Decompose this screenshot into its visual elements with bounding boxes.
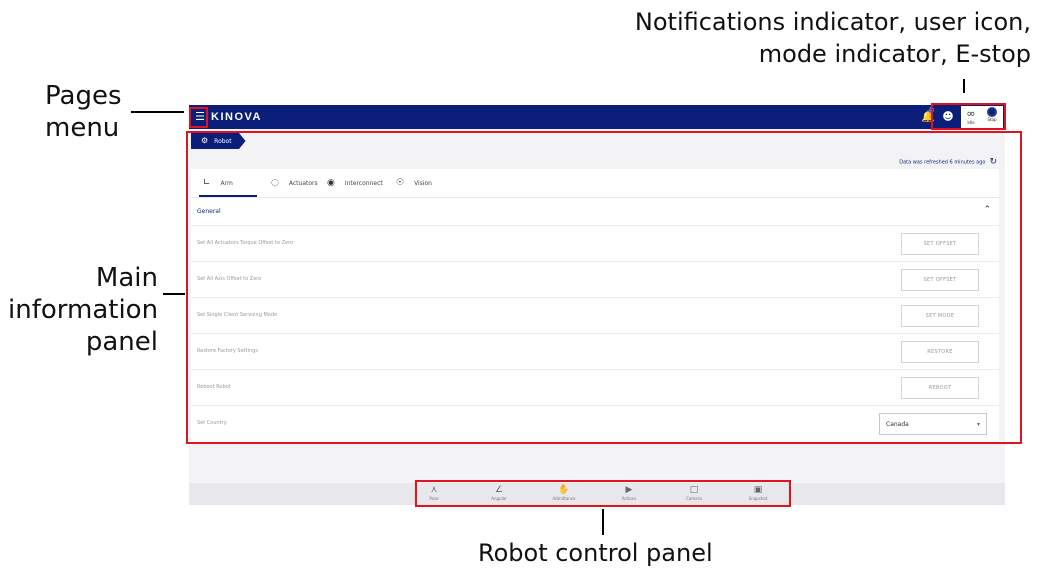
vision-icon: ☉ [396, 178, 405, 188]
control-label: Actions [621, 496, 637, 501]
row-label: Set All Actuators Torque Offset to Zero [197, 240, 294, 246]
annotation-main-line2: information [8, 295, 159, 325]
settings-row: Reboot Robot REBOOT [191, 370, 999, 406]
annotation-bottom: Robot control panel [478, 539, 713, 567]
tab-arm[interactable]: ∟ Arm [199, 169, 257, 197]
set-offset-torque-button[interactable]: SET OFFSET [901, 233, 979, 255]
estop-label: Stop [987, 117, 997, 122]
tab-interconnect[interactable]: ◉ Interconnect [327, 169, 383, 197]
annotation-bottom-leader [602, 509, 604, 535]
user-icon: ☻ [942, 110, 954, 123]
admittance-icon: ✋ [558, 485, 570, 495]
mode-label: Idle [967, 120, 975, 125]
settings-row: Set All Axis Offset to Zero SET OFFSET [191, 262, 999, 298]
control-camera[interactable]: □ Camera [664, 485, 724, 501]
tab-arm-label: Arm [220, 180, 233, 187]
chevron-down-icon: ▾ [976, 421, 980, 428]
pose-icon: ⋏ [430, 485, 438, 495]
hamburger-icon: ☰ [195, 110, 205, 123]
breadcrumb[interactable]: ⚙ Robot [191, 133, 246, 149]
row-label: Set All Axis Offset to Zero [197, 276, 262, 282]
row-label: Restore Factory Settings [197, 348, 258, 354]
breadcrumb-label: Robot [214, 138, 232, 145]
kinova-app: ☰ KINOVA 🔔 1 ☻ ∞ Idle Stop ⚙ Robot Data w… [189, 105, 1005, 505]
annotation-pages: Pages menu [45, 80, 122, 144]
interconnect-icon: ◉ [327, 178, 335, 188]
notification-badge: 1 [929, 107, 935, 113]
control-admittance[interactable]: ✋ Admittance [534, 485, 594, 501]
actuators-icon: ◌ [271, 178, 279, 188]
tab-interconnect-label: Interconnect [344, 180, 383, 187]
country-select[interactable]: Canada ▾ [879, 413, 987, 435]
robot-arm-icon: ∞ [966, 107, 976, 120]
actions-icon: ▶ [625, 485, 633, 495]
control-snapshot[interactable]: ▣ Snapshot [728, 485, 788, 501]
refresh-icon[interactable]: ↻ [989, 157, 997, 167]
settings-row: Set Country Canada ▾ [191, 406, 999, 441]
annotation-top: Notifications indicator, user icon, mode… [411, 6, 1031, 70]
set-offset-axis-button[interactable]: SET OFFSET [901, 269, 979, 291]
control-label: Angular [491, 496, 507, 501]
control-actions[interactable]: ▶ Actions [599, 485, 659, 501]
top-bar: ☰ KINOVA 🔔 1 ☻ ∞ Idle Stop [189, 105, 1005, 129]
robot-control-bar: ⋏ Pose ∠ Angular ✋ Admittance ▶ Actions □ Cam… [189, 483, 1005, 505]
tab-actuators-label: Actuators [288, 180, 318, 187]
annotation-pages-leader [131, 111, 184, 113]
refresh-status: Data was refreshed 6 minutes ago ↻ [899, 157, 997, 167]
arm-icon: ∟ [203, 178, 211, 188]
chevron-up-icon[interactable]: ⌃ [983, 205, 991, 215]
gear-icon: ⚙ [201, 136, 209, 145]
annotation-main-line1: Main [95, 263, 158, 293]
annotation-top-leader [963, 79, 965, 93]
control-pose[interactable]: ⋏ Pose [404, 485, 464, 501]
annotation-main: Main information panel [8, 262, 158, 358]
main-information-panel: ∟ Arm ◌ Actuators ◉ Interconnect ☉ Vision Ge… [191, 169, 999, 441]
tab-actuators[interactable]: ◌ Actuators [271, 169, 318, 197]
estop-button[interactable]: Stop [981, 106, 1003, 128]
angular-icon: ∠ [494, 485, 504, 495]
control-label: Pose [429, 496, 439, 501]
pages-menu-button[interactable]: ☰ [193, 109, 207, 125]
control-label: Admittance [552, 496, 576, 501]
annotation-top-line1: Notifications indicator, user icon, [634, 8, 1031, 36]
control-label: Snapshot [748, 496, 768, 501]
control-angular[interactable]: ∠ Angular [469, 485, 529, 501]
reboot-button[interactable]: REBOOT [901, 377, 979, 399]
settings-row: Restore Factory Settings RESTORE [191, 334, 999, 370]
tab-bar: ∟ Arm ◌ Actuators ◉ Interconnect ☉ Vision [191, 169, 999, 198]
settings-row: Set Single Client Servoing Mode SET MODE [191, 298, 999, 334]
tab-vision[interactable]: ☉ Vision [396, 169, 432, 197]
row-label: Reboot Robot [197, 384, 231, 390]
status-indicators: 🔔 1 ☻ ∞ Idle Stop [915, 106, 1003, 128]
refresh-text: Data was refreshed 6 minutes ago [899, 159, 986, 166]
country-select-value: Canada [886, 421, 909, 428]
annotation-pages-line1: Pages [45, 81, 122, 111]
row-label: Set Single Client Servoing Mode [197, 312, 278, 318]
annotation-pages-line2: menu [45, 113, 120, 143]
annotation-main-line3: panel [85, 327, 158, 357]
general-section-header[interactable]: General ⌃ [191, 199, 999, 226]
kinova-logo: KINOVA [211, 111, 262, 123]
section-title: General [197, 208, 221, 215]
annotation-top-line2: mode indicator, E-stop [758, 40, 1031, 68]
annotation-main-leader [163, 293, 185, 295]
restore-button[interactable]: RESTORE [901, 341, 979, 363]
notifications-button[interactable]: 🔔 1 [921, 107, 935, 127]
snapshot-icon: ▣ [753, 485, 763, 495]
camera-icon: □ [689, 485, 699, 495]
control-label: Camera [686, 496, 702, 501]
tab-vision-label: Vision [414, 180, 432, 187]
mode-indicator[interactable]: ∞ Idle [961, 106, 981, 128]
set-mode-button[interactable]: SET MODE [901, 305, 979, 327]
row-label: Set Country [197, 420, 227, 426]
settings-row: Set All Actuators Torque Offset to Zero … [191, 226, 999, 262]
estop-icon [987, 107, 997, 117]
user-button[interactable]: ☻ [941, 107, 955, 127]
